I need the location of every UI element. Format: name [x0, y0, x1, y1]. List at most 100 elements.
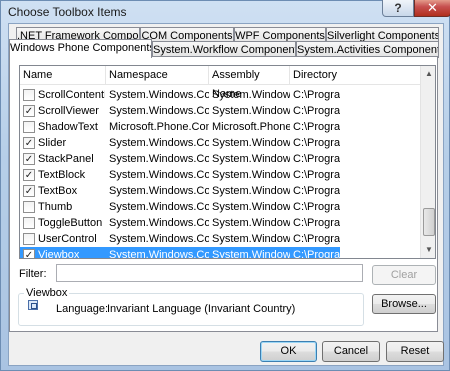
help-button[interactable]: ? — [382, 0, 414, 17]
column-header-name[interactable]: Name — [20, 66, 106, 85]
cell-assembly: System.Windows — [212, 105, 290, 117]
vertical-scrollbar[interactable]: ▲ ▼ — [420, 66, 435, 258]
list-item[interactable]: UserControl System.Windows.Contr...System… — [20, 231, 420, 247]
cell-assembly: System.Windows — [212, 137, 290, 149]
cell-directory: C:\Progra... — [293, 233, 340, 245]
reset-button[interactable]: Reset — [386, 341, 444, 362]
cell-name: ToggleButton — [38, 217, 103, 229]
cell-directory: C:\Progra... — [293, 153, 340, 165]
item-checkbox[interactable] — [23, 89, 35, 101]
close-button[interactable]: ✕ — [414, 0, 450, 17]
cell-assembly: System.Windows — [212, 185, 290, 197]
list-item[interactable]: ToggleButton System.Windows.Contr...Syste… — [20, 215, 420, 231]
window-title: Choose Toolbox Items — [8, 5, 127, 19]
scroll-down-icon[interactable]: ▼ — [421, 242, 435, 258]
cell-directory: C:\Progra... — [293, 105, 340, 117]
cell-namespace: System.Windows.Contr... — [109, 185, 209, 197]
close-icon: ✕ — [427, 0, 438, 15]
cell-name: UserControl — [38, 233, 97, 245]
cell-assembly: System.Windows — [212, 217, 290, 229]
filter-input[interactable] — [56, 264, 363, 282]
item-checkbox[interactable]: ✓ — [23, 105, 35, 117]
item-checkbox[interactable]: ✓ — [23, 169, 35, 181]
list-item[interactable]: ✓TextBox System.Windows.Contr...System.Wi… — [20, 183, 420, 199]
cell-namespace: System.Windows.Contr... — [109, 105, 209, 117]
cell-namespace: System.Windows.Contr... — [109, 233, 209, 245]
cell-namespace: System.Windows.Contr... — [109, 201, 209, 213]
list-item[interactable]: ✓StackPanel System.Windows.Contr...System… — [20, 151, 420, 167]
column-header-namespace[interactable]: Namespace — [106, 66, 209, 85]
selected-item-title: Viewbox — [24, 287, 70, 299]
cell-directory: C:\Progra... — [293, 249, 340, 259]
tab-label: System.Activities Components — [297, 44, 439, 56]
help-icon: ? — [394, 1, 402, 15]
scroll-up-icon[interactable]: ▲ — [421, 66, 435, 82]
language-value: Invariant Language (Invariant Country) — [107, 303, 296, 315]
column-header-label: Name — [23, 69, 53, 81]
title-bar[interactable]: Choose Toolbox Items ? ✕ — [1, 0, 450, 23]
cell-assembly: System.Windows — [212, 89, 290, 101]
item-checkbox[interactable]: ✓ — [23, 137, 35, 149]
item-checkbox[interactable]: ✓ — [23, 185, 35, 197]
cell-assembly: System.Windows — [212, 153, 290, 165]
list-header: Name Namespace Assembly Name Directory — [20, 66, 420, 100]
cell-directory: C:\Progra... — [293, 89, 340, 101]
scrollbar-thumb[interactable] — [423, 208, 435, 236]
item-checkbox[interactable] — [23, 217, 35, 229]
cell-assembly: System.Windows — [212, 169, 290, 181]
cell-assembly: System.Windows — [212, 249, 290, 259]
cell-name: Thumb — [38, 201, 73, 213]
item-checkbox[interactable] — [23, 201, 35, 213]
cell-name: ScrollContentPr... — [38, 89, 105, 101]
ok-button[interactable]: OK — [260, 341, 317, 362]
cell-namespace: System.Windows.Contr... — [109, 217, 209, 229]
cell-namespace: Microsoft.Phone.Contr... — [109, 121, 209, 133]
item-checkbox[interactable]: ✓ — [23, 249, 35, 258]
list-item[interactable]: ScrollContentPr... System.Windows.Contr..… — [20, 87, 420, 103]
cell-namespace: System.Windows.Contr... — [109, 249, 209, 259]
components-list[interactable]: Name Namespace Assembly Name Directory S… — [19, 65, 436, 259]
tab-label: System.Workflow Components — [153, 44, 296, 56]
cell-namespace: System.Windows.Contr... — [109, 169, 209, 181]
language-label: Language: — [56, 303, 108, 315]
column-header-label: Namespace — [109, 69, 168, 81]
cell-assembly: System.Windows — [212, 201, 290, 213]
list-item[interactable]: ✓TextBlock System.Windows.Contr...System.… — [20, 167, 420, 183]
item-checkbox[interactable] — [23, 121, 35, 133]
cell-namespace: System.Windows.Contr... — [109, 153, 209, 165]
column-header-assembly-name[interactable]: Assembly Name — [209, 66, 290, 100]
cell-directory: C:\Progra... — [293, 137, 340, 149]
cell-name: TextBox — [38, 185, 78, 197]
choose-toolbox-items-dialog: Choose Toolbox Items ? ✕ .NET Framework … — [0, 0, 450, 371]
cell-namespace: System.Windows.Contr... — [109, 137, 209, 149]
list-item[interactable]: ✓ScrollViewer System.Windows.Contr...Syst… — [20, 103, 420, 119]
cell-directory: C:\Progra... — [293, 169, 340, 181]
cancel-button[interactable]: Cancel — [322, 341, 380, 362]
cell-directory: C:\Progra... — [293, 217, 340, 229]
assembly-icon — [28, 300, 38, 310]
column-header-label: Directory — [293, 69, 338, 81]
item-checkbox[interactable]: ✓ — [23, 153, 35, 165]
column-header-directory[interactable]: Directory — [290, 66, 420, 85]
list-item[interactable]: ✓Slider System.Windows.Contr...System.Win… — [20, 135, 420, 151]
cell-directory: C:\Progra... — [293, 185, 340, 197]
list-item[interactable]: ✓Viewbox System.Windows.Contr...System.Wi… — [20, 247, 340, 259]
cell-name: Viewbox — [38, 249, 80, 259]
clear-button[interactable]: Clear — [372, 265, 436, 285]
cell-namespace: System.Windows.Contr... — [109, 89, 209, 101]
tab-windows-phone-components[interactable]: Windows Phone Components — [9, 39, 152, 58]
cell-assembly: Microsoft.Phone... — [212, 121, 290, 133]
cell-name: StackPanel — [38, 153, 94, 165]
tab-label: Windows Phone Components — [10, 42, 152, 54]
item-checkbox[interactable] — [23, 233, 35, 245]
cell-name: TextBlock — [38, 169, 86, 181]
cell-name: Slider — [38, 137, 67, 149]
cell-directory: C:\Progra... — [293, 121, 340, 133]
cell-name: ShadowText — [38, 121, 98, 133]
list-item[interactable]: Thumb System.Windows.Contr...System.Windo… — [20, 199, 420, 215]
browse-button[interactable]: Browse... — [372, 294, 436, 314]
list-item[interactable]: ShadowText Microsoft.Phone.Contr...Micros… — [20, 119, 420, 135]
filter-label: Filter: — [19, 268, 47, 280]
cell-directory: C:\Progra... — [293, 201, 340, 213]
cell-name: ScrollViewer — [38, 105, 99, 117]
